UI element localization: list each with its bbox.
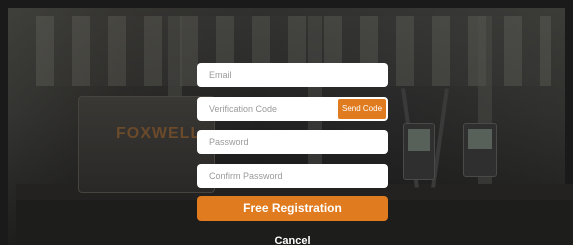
confirm-password-field[interactable] bbox=[197, 164, 388, 188]
background-scan-tool bbox=[463, 123, 497, 177]
password-field[interactable] bbox=[197, 130, 388, 154]
registration-screen: FOXWELL Send Code Free Registration Canc… bbox=[0, 0, 573, 245]
password-field-wrapper bbox=[197, 130, 388, 154]
email-field[interactable] bbox=[197, 63, 388, 87]
email-field-wrapper bbox=[197, 63, 388, 87]
cancel-link[interactable]: Cancel bbox=[197, 234, 388, 245]
background-scan-tool bbox=[403, 123, 435, 180]
verification-code-field-wrapper: Send Code bbox=[197, 97, 388, 121]
send-code-button[interactable]: Send Code bbox=[338, 99, 386, 119]
background-tool-case bbox=[78, 96, 215, 193]
free-registration-button[interactable]: Free Registration bbox=[197, 196, 388, 221]
background-brand-text: FOXWELL bbox=[116, 125, 202, 142]
confirm-password-field-wrapper bbox=[197, 164, 388, 188]
